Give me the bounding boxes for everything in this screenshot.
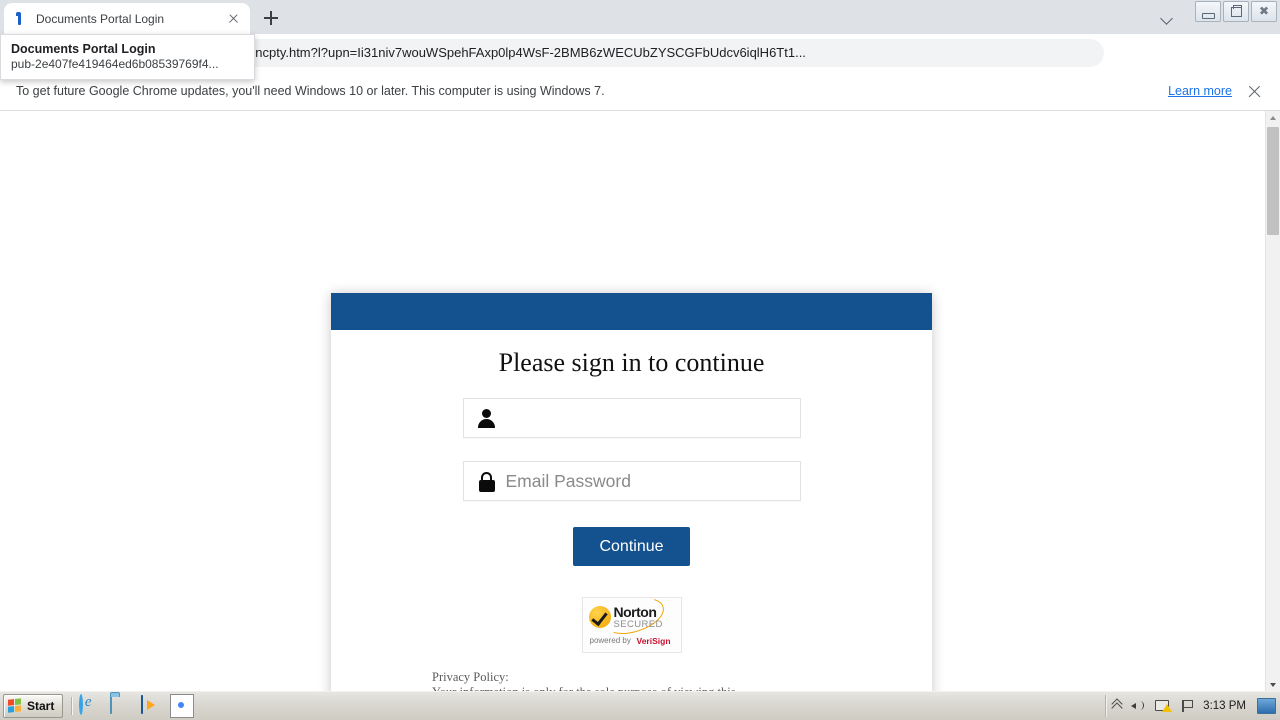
checkmark-icon	[588, 606, 611, 628]
browser-window: Documents Portal Login ✖ 4ed6b08539769f4…	[0, 0, 1280, 692]
start-button-label: Start	[27, 699, 55, 713]
document-favicon	[12, 11, 28, 27]
card-header-bar	[331, 293, 932, 330]
page-viewport: Please sign in to continue Continue	[0, 111, 1280, 692]
show-hidden-icons-icon[interactable]	[1112, 700, 1122, 712]
norton-status: SECURED	[613, 619, 663, 630]
person-icon	[476, 407, 498, 429]
internet-explorer-icon[interactable]	[79, 694, 99, 716]
chevron-down-icon[interactable]	[1158, 8, 1178, 28]
scroll-down-icon[interactable]	[1266, 678, 1280, 692]
infobar-message: To get future Google Chrome updates, you…	[16, 84, 605, 98]
new-tab-button[interactable]	[258, 5, 284, 31]
norton-brand: Norton	[613, 604, 657, 620]
window-controls: ✖	[1193, 1, 1277, 22]
learn-more-link[interactable]: Learn more	[1168, 84, 1232, 99]
tab-tooltip: Documents Portal Login pub-2e407fe419464…	[0, 34, 255, 80]
tooltip-url: pub-2e407fe419464ed6b08539769f4...	[11, 57, 219, 71]
system-tray: 3:13 PM	[1105, 695, 1280, 717]
start-button[interactable]: Start	[3, 694, 64, 718]
show-desktop-button[interactable]	[1257, 698, 1276, 714]
lock-icon	[476, 470, 498, 492]
privacy-policy: Privacy Policy: Your information is only…	[432, 670, 852, 692]
scroll-up-icon[interactable]	[1266, 111, 1280, 125]
volume-icon[interactable]	[1131, 699, 1146, 713]
close-icon[interactable]	[1246, 83, 1264, 101]
norton-powered-by: powered by	[589, 636, 631, 645]
close-icon[interactable]	[226, 11, 242, 27]
email-input[interactable]	[505, 407, 792, 429]
card-body: Please sign in to continue Continue	[331, 347, 932, 692]
minimize-button[interactable]	[1195, 1, 1221, 22]
windows-logo-icon	[8, 698, 23, 714]
close-button[interactable]: ✖	[1251, 1, 1277, 22]
network-warning-icon[interactable]	[1155, 699, 1173, 713]
media-player-icon[interactable]	[141, 695, 161, 716]
quick-launch-bar	[79, 694, 223, 718]
login-card: Please sign in to continue Continue	[331, 293, 932, 692]
verisign-brand: VeriSign	[636, 636, 671, 646]
password-field[interactable]	[462, 461, 801, 501]
browser-tab[interactable]: Documents Portal Login	[4, 3, 250, 34]
file-explorer-icon[interactable]	[110, 695, 130, 716]
page-title: Please sign in to continue	[498, 348, 765, 377]
continue-button[interactable]: Continue	[573, 527, 690, 566]
norton-secured-badge: Norton SECURED powered by VeriSign	[581, 591, 682, 653]
password-input[interactable]	[505, 470, 792, 492]
tab-title: Documents Portal Login	[36, 11, 165, 26]
scrollbar-thumb[interactable]	[1267, 127, 1279, 235]
clock[interactable]: 3:13 PM	[1203, 699, 1246, 713]
privacy-heading: Privacy Policy:	[432, 670, 509, 684]
action-center-flag-icon[interactable]	[1180, 699, 1194, 713]
tab-strip: Documents Portal Login ✖	[0, 0, 1280, 34]
tooltip-title: Documents Portal Login	[11, 42, 156, 56]
microsoft-edge-icon[interactable]	[203, 696, 223, 716]
restore-button[interactable]	[1223, 1, 1249, 22]
windows-taskbar: Start 3:13 PM	[0, 691, 1280, 720]
email-field[interactable]	[462, 398, 801, 438]
google-chrome-icon[interactable]	[170, 694, 195, 718]
taskbar-divider	[71, 697, 74, 715]
vertical-scrollbar[interactable]	[1265, 111, 1280, 692]
